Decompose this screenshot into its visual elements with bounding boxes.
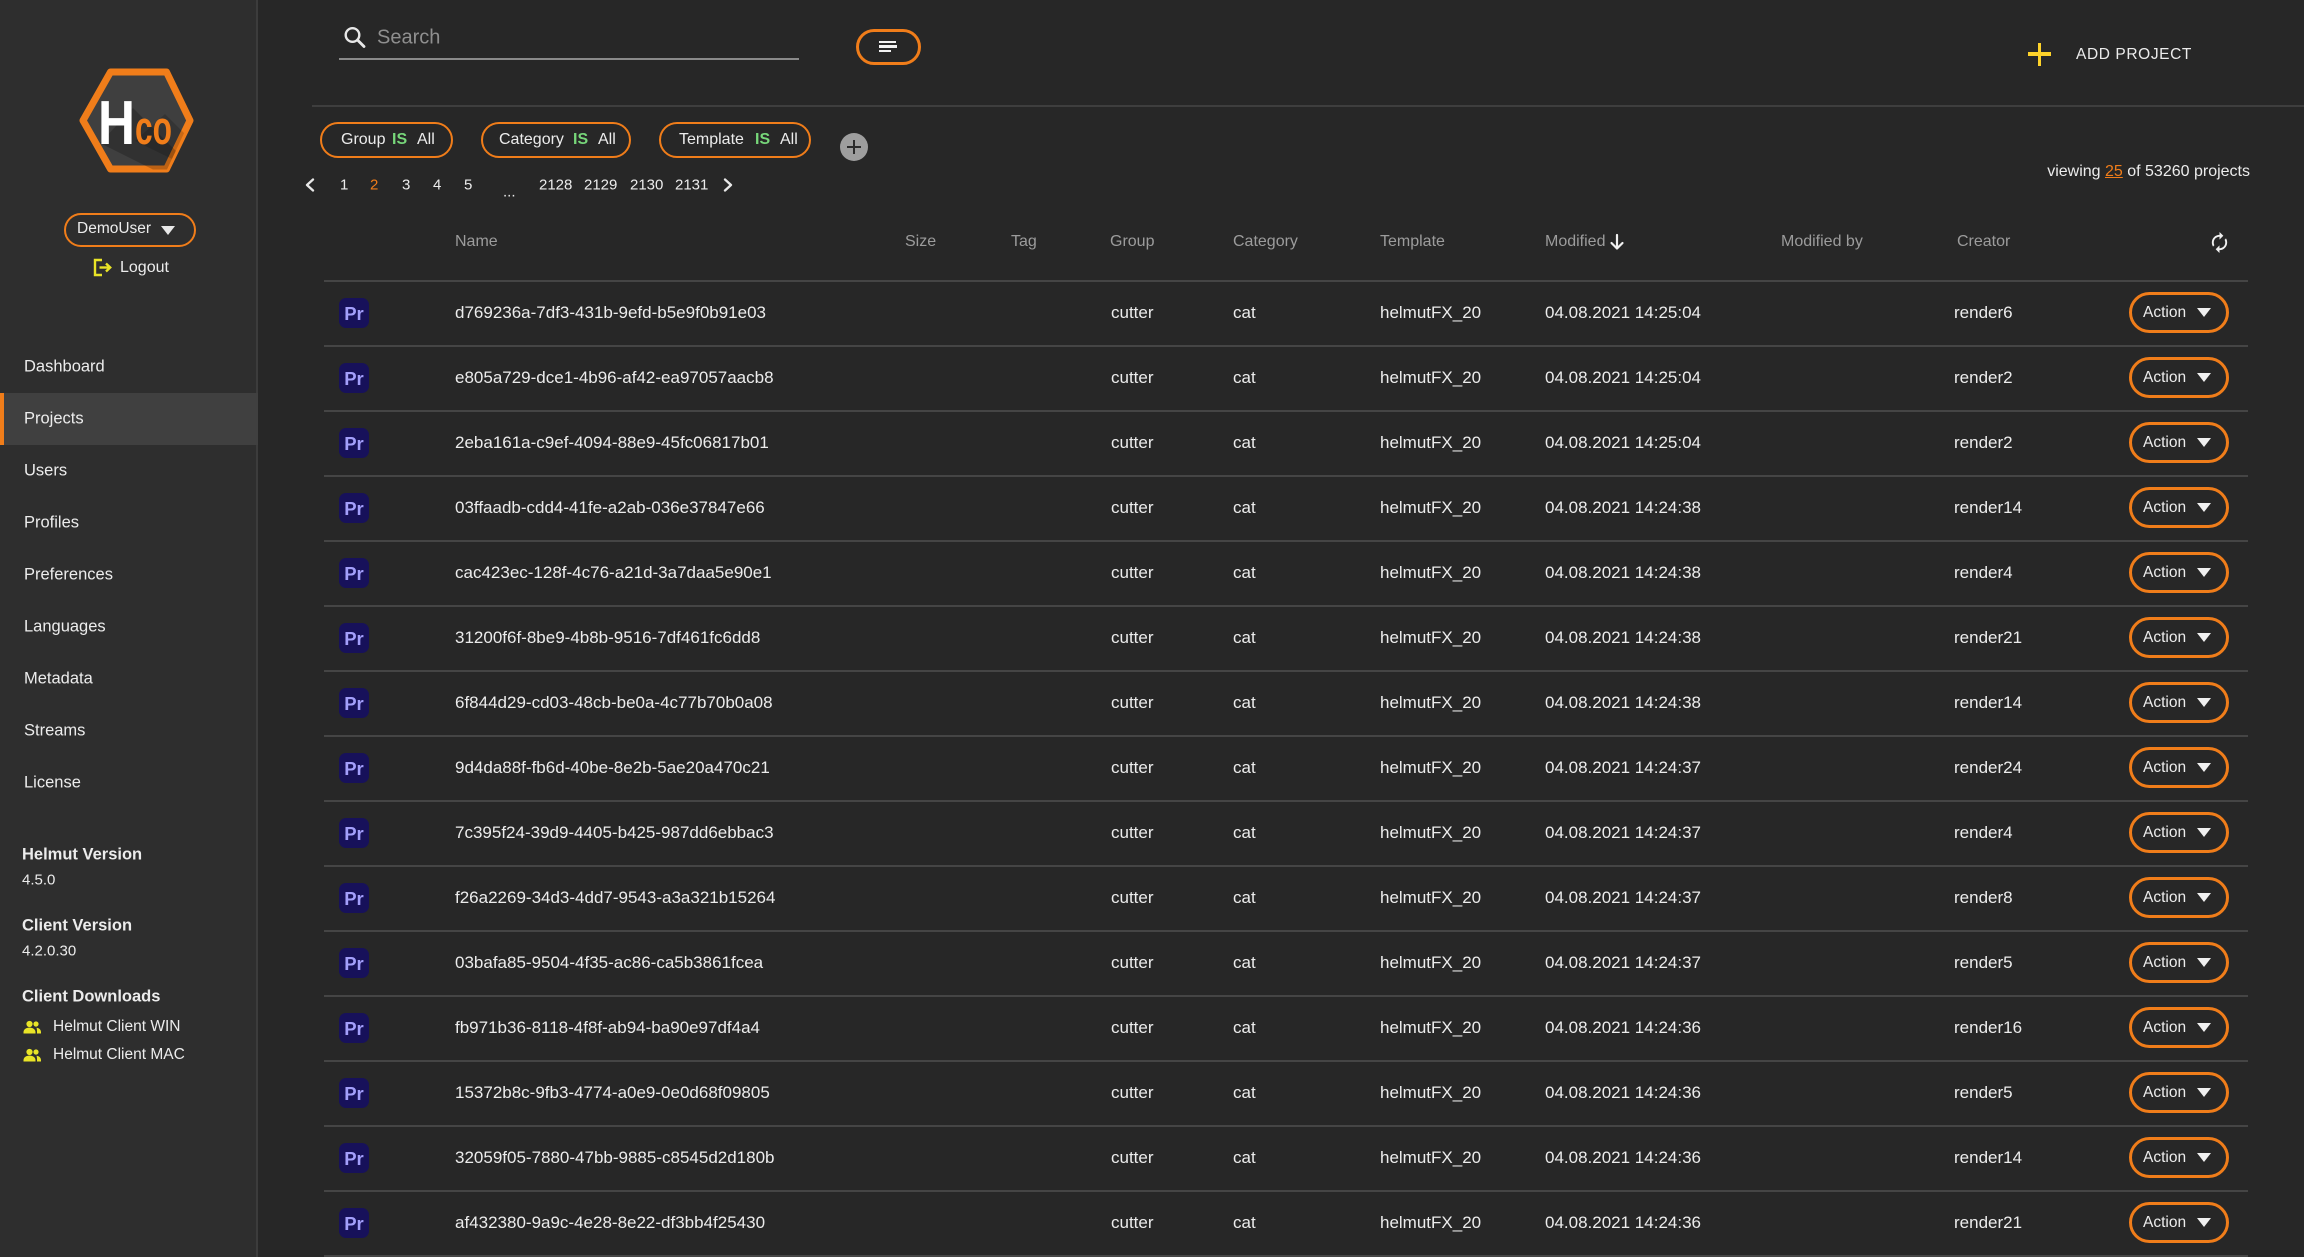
svg-text:H: H — [98, 89, 135, 158]
svg-text:co: co — [135, 101, 172, 154]
